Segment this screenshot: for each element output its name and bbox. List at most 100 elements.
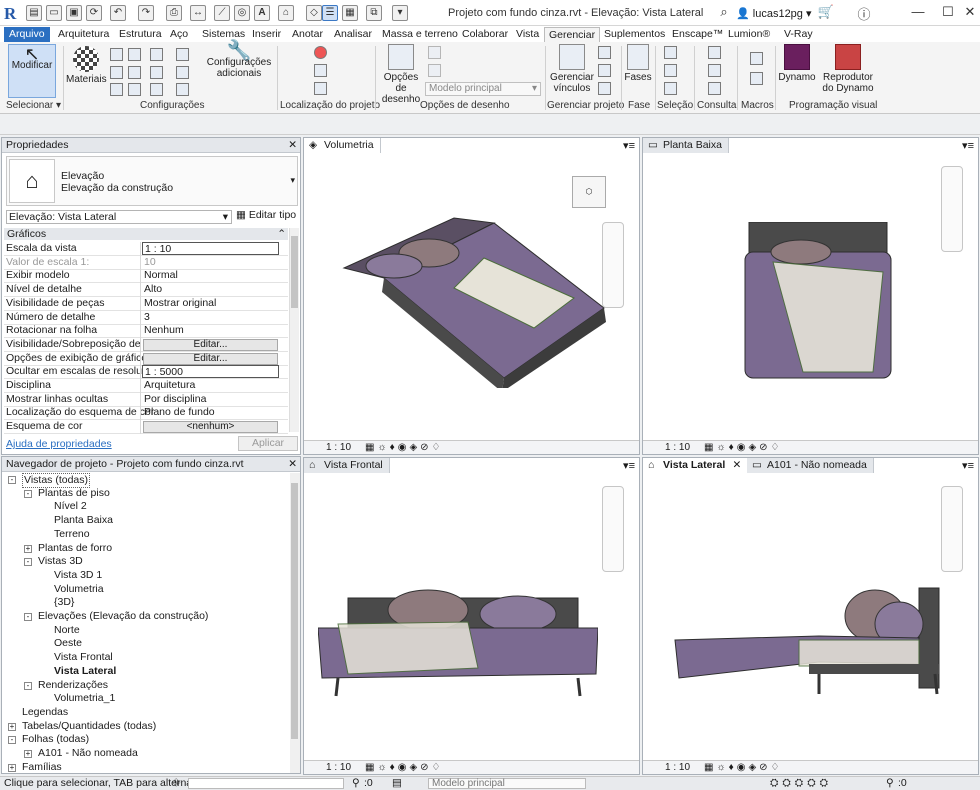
main-model-select[interactable]: Modelo principal ▾: [425, 82, 541, 96]
macro-security-icon[interactable]: [750, 72, 763, 85]
shared-params-icon[interactable]: [128, 66, 141, 79]
tree-item[interactable]: Terreno: [54, 528, 90, 541]
3d-view-icon[interactable]: ⌂: [278, 5, 294, 21]
starting-view-icon[interactable]: [598, 82, 611, 95]
print-icon[interactable]: ⎙: [166, 5, 182, 21]
navigation-bar[interactable]: [941, 486, 963, 572]
tab-arquitetura[interactable]: Arquitetura: [54, 27, 113, 42]
property-value[interactable]: 3: [142, 311, 279, 324]
scrollbar-thumb[interactable]: [291, 483, 298, 739]
save-icon[interactable]: ▣: [66, 5, 82, 21]
browser-scrollbar[interactable]: [290, 473, 300, 773]
dimension-icon[interactable]: ⟋: [214, 5, 230, 21]
phases-button[interactable]: Fases: [624, 44, 652, 83]
tree-item[interactable]: Norte: [54, 624, 80, 637]
position-icon[interactable]: [314, 82, 327, 95]
property-value[interactable]: Por disciplina: [142, 393, 279, 406]
object-styles-icon[interactable]: [110, 48, 123, 61]
load-selection-icon[interactable]: [664, 64, 677, 77]
global-params-icon[interactable]: [150, 66, 163, 79]
design-options-button[interactable]: Opções de desenho: [378, 44, 424, 105]
selection-toggles-icon[interactable]: ⛭⛭⛭⛭⛭: [770, 777, 832, 790]
property-edit-button[interactable]: <nenhum>: [143, 421, 278, 434]
worksets-icon[interactable]: ⛗: [172, 777, 180, 790]
status-model-select[interactable]: Modelo principal: [428, 778, 586, 789]
view-menu-icon[interactable]: ▾≡: [623, 139, 635, 152]
view-menu-icon[interactable]: ▾≡: [962, 139, 974, 152]
property-value[interactable]: Normal: [142, 269, 279, 282]
tree-item[interactable]: Renderizações: [38, 679, 108, 692]
view-volumetria[interactable]: ◈ Volumetria ▾≡ ⬡ 1 : 10 ▦☼♦◉◈⊘♢: [303, 137, 640, 455]
scrollbar-thumb[interactable]: [291, 236, 298, 308]
section-icon[interactable]: ◇: [306, 5, 322, 21]
close-hidden-icon[interactable]: ▦: [342, 5, 358, 21]
close-button[interactable]: ✕: [958, 4, 980, 21]
filter-icon[interactable]: ⚲: [886, 777, 894, 790]
property-edit-button[interactable]: Editar...: [143, 338, 278, 351]
open-icon[interactable]: ▤: [26, 5, 42, 21]
group-selecionar[interactable]: Selecionar ▾: [6, 100, 61, 111]
search-icon[interactable]: ⌕: [712, 4, 736, 21]
tree-item[interactable]: Volumetria: [54, 583, 104, 596]
units-icon[interactable]: [150, 83, 163, 96]
view-scale[interactable]: 1 : 10: [326, 442, 351, 453]
view-scale[interactable]: 1 : 10: [665, 762, 690, 773]
revit-logo[interactable]: R: [4, 4, 20, 23]
coordinates-icon[interactable]: [314, 64, 327, 77]
measure-icon[interactable]: ↔: [190, 5, 206, 21]
tree-item[interactable]: Legendas: [22, 706, 68, 719]
tree-item[interactable]: Vista Frontal: [54, 651, 113, 664]
tab-vista-frontal[interactable]: ⌂ Vista Frontal: [304, 458, 390, 473]
tab-vista[interactable]: Vista: [512, 27, 543, 42]
transfer-standards-icon[interactable]: [110, 83, 123, 96]
apply-button[interactable]: Aplicar: [238, 436, 298, 451]
property-value[interactable]: Mostrar original: [142, 297, 279, 310]
user-menu[interactable]: 👤 lucas12pg ▾: [736, 7, 812, 20]
tree-item[interactable]: Elevações (Elevação da construção): [38, 610, 208, 623]
view-scale[interactable]: 1 : 10: [326, 762, 351, 773]
collapse-icon[interactable]: -: [24, 613, 32, 621]
text-icon[interactable]: A: [254, 5, 270, 21]
minimize-button[interactable]: —: [906, 4, 930, 21]
maximize-button[interactable]: ☐: [936, 4, 960, 21]
save-selection-icon[interactable]: [664, 82, 677, 95]
tab-gerenciar[interactable]: Gerenciar: [544, 27, 601, 42]
section-graficos[interactable]: Gráficos ⌃: [4, 228, 288, 240]
tree-item[interactable]: Nível 2: [54, 500, 87, 513]
properties-scrollbar[interactable]: [289, 228, 299, 432]
view-controls-icon[interactable]: ▦☼♦◉◈⊘♢: [365, 762, 443, 773]
navigation-bar[interactable]: [602, 486, 624, 572]
expand-icon[interactable]: +: [24, 750, 32, 758]
tree-item[interactable]: {3D}: [54, 596, 74, 609]
property-value[interactable]: Nenhum: [142, 324, 279, 337]
sync-icon[interactable]: ⟳: [86, 5, 102, 21]
collapse-icon[interactable]: -: [8, 736, 16, 745]
modify-button[interactable]: ↖ Modificar: [8, 44, 56, 98]
purge-icon[interactable]: [128, 83, 141, 96]
tab-analisar[interactable]: Analisar: [330, 27, 376, 42]
tab-vista-lateral[interactable]: ⌂ Vista Lateral ✕: [643, 458, 749, 473]
tab-v-ray[interactable]: V-Ray: [780, 27, 817, 42]
ids-of-selection-icon[interactable]: [708, 46, 721, 59]
property-value[interactable]: Alto: [142, 283, 279, 296]
manage-links-button[interactable]: Gerenciar vínculos: [550, 44, 594, 94]
help-icon[interactable]: ⓘ: [852, 4, 876, 22]
folder-icon[interactable]: ▭: [46, 5, 62, 21]
tree-item[interactable]: Plantas de forro: [38, 542, 112, 555]
switch-windows-icon[interactable]: ⧉: [366, 5, 382, 21]
collapse-icon[interactable]: -: [8, 476, 16, 484]
tab-estrutura[interactable]: Estrutura: [115, 27, 166, 42]
property-value[interactable]: 1 : 10: [142, 242, 279, 255]
decal-types-icon[interactable]: [598, 64, 611, 77]
redo-icon[interactable]: ↷: [138, 5, 154, 21]
cart-icon[interactable]: 🛒: [814, 4, 838, 21]
instance-filter-select[interactable]: Elevação: Vista Lateral ▾: [6, 210, 232, 224]
expand-icon[interactable]: +: [8, 763, 16, 772]
collapse-icon[interactable]: -: [24, 558, 32, 567]
tab-a101[interactable]: ▭ A101 - Não nomeada: [747, 458, 874, 473]
view-menu-icon[interactable]: ▾≡: [962, 459, 974, 472]
tree-item[interactable]: Oeste: [54, 637, 82, 650]
tree-item[interactable]: A101 - Não nomeada: [38, 747, 138, 760]
macro-manager-icon[interactable]: [750, 52, 763, 65]
mep-settings-icon[interactable]: [176, 66, 189, 79]
